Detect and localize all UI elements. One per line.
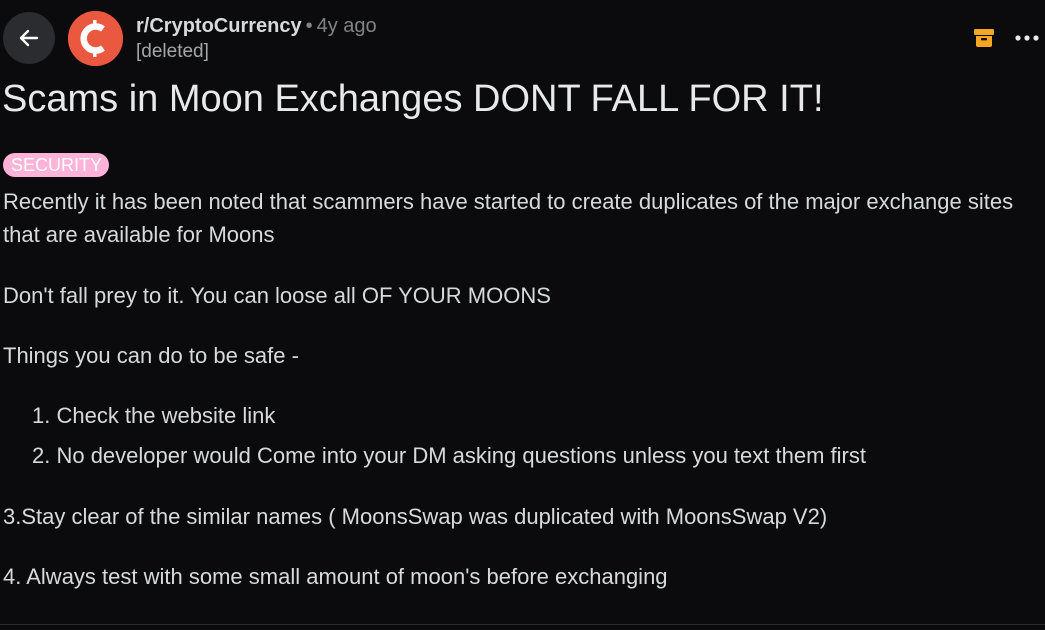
meta-separator: • xyxy=(305,15,313,37)
post-page: r/CryptoCurrency • 4y ago [deleted] Scams … xyxy=(0,0,1045,630)
back-button[interactable] xyxy=(3,12,55,64)
subreddit-avatar[interactable] xyxy=(68,11,123,66)
post-flair[interactable]: SECURITY xyxy=(3,153,110,177)
post-paragraph: 4. Always test with some small amount of… xyxy=(3,564,668,589)
archive-box-icon xyxy=(974,29,994,47)
post-paragraph: Don't fall prey to it. You can loose all… xyxy=(3,283,551,308)
more-options-button[interactable] xyxy=(1012,28,1042,48)
list-item: 2. No developer would Come into your DM … xyxy=(32,443,866,468)
divider xyxy=(0,624,1045,625)
post-paragraph: Things you can do to be safe - xyxy=(3,343,299,368)
more-horizontal-icon xyxy=(1015,35,1039,41)
post-title: Scams in Moon Exchanges DONT FALL FOR IT… xyxy=(2,78,824,120)
post-meta: r/CryptoCurrency • 4y ago [deleted] xyxy=(136,14,377,64)
list-item: 1. Check the website link xyxy=(32,403,276,428)
author-name[interactable]: [deleted] xyxy=(136,40,377,64)
meta-line: r/CryptoCurrency • 4y ago xyxy=(136,14,377,38)
post-paragraph: 3.Stay clear of the similar names ( Moon… xyxy=(3,504,828,529)
post-header: r/CryptoCurrency • 4y ago [deleted] xyxy=(0,0,1045,76)
post-time: 4y ago xyxy=(316,15,377,37)
cryptocurrency-logo-icon xyxy=(68,11,123,66)
subreddit-link[interactable]: r/CryptoCurrency xyxy=(136,15,302,37)
post-paragraph: Recently it has been noted that scammers… xyxy=(3,189,1014,247)
arrow-left-icon xyxy=(19,29,39,47)
